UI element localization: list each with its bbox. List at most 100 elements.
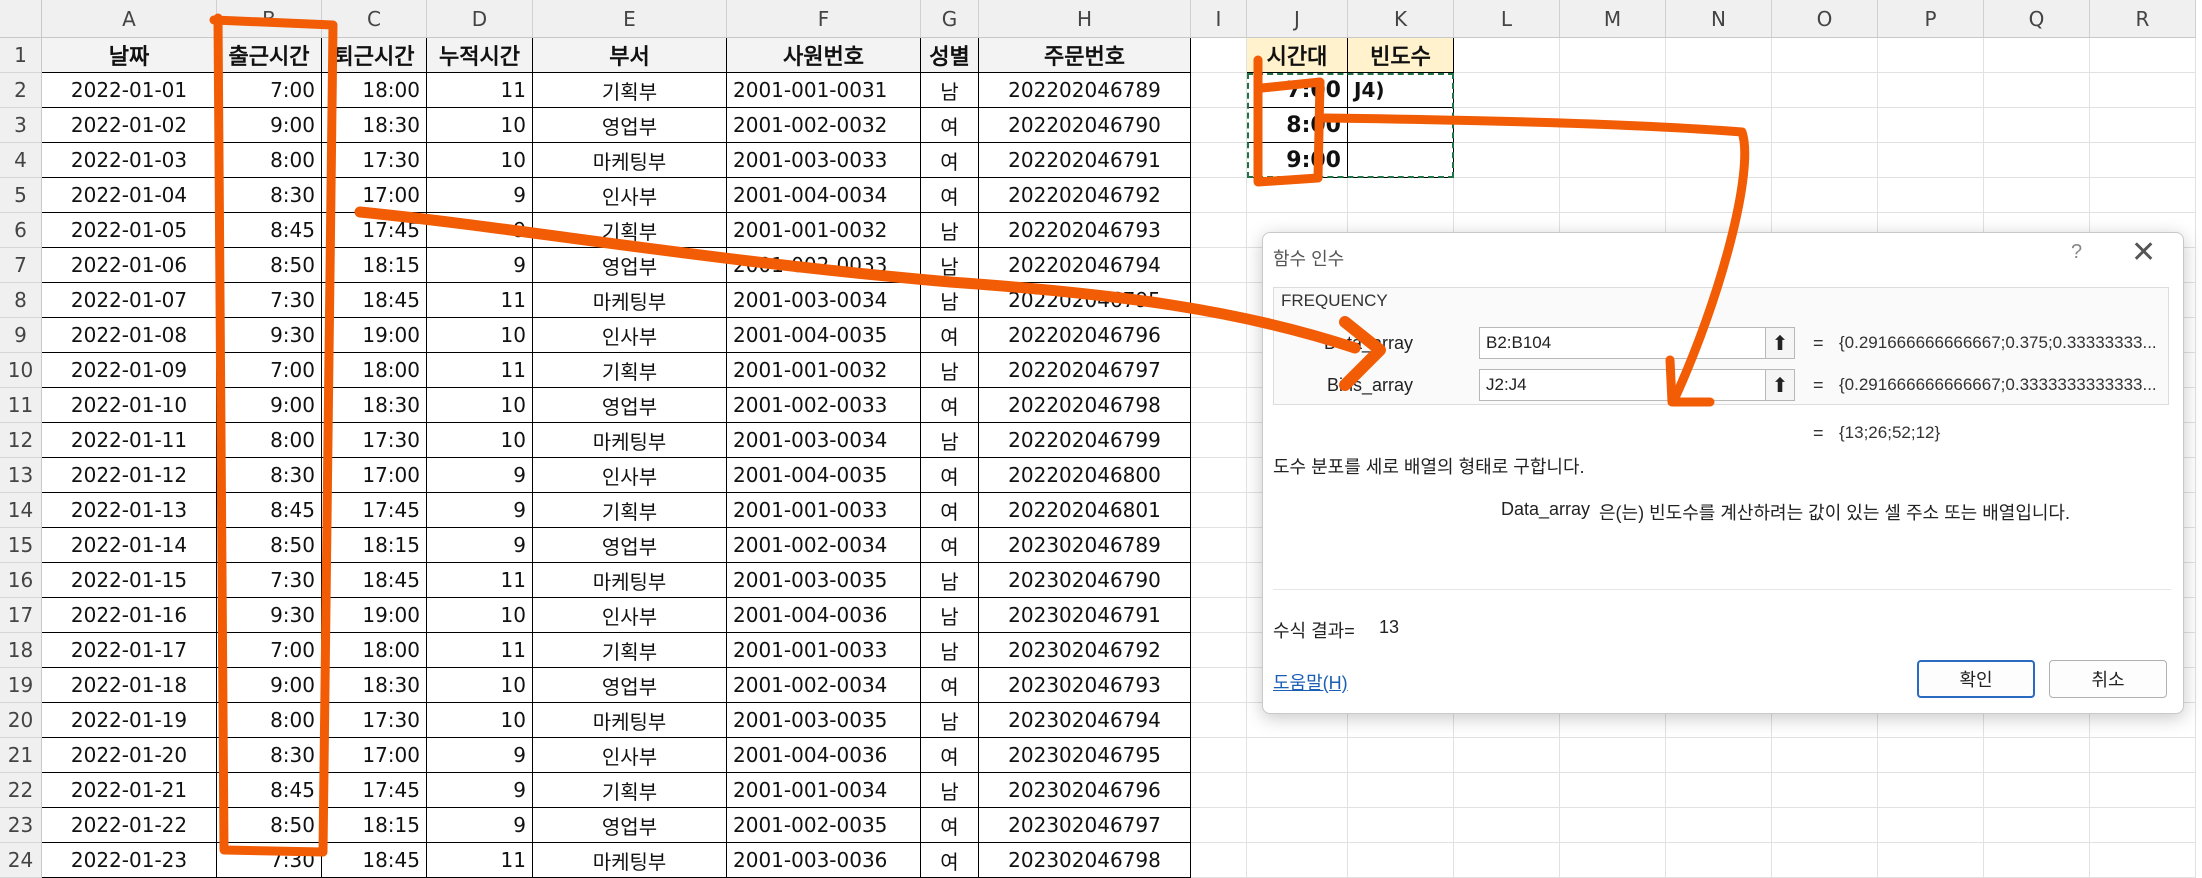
- data-array-input[interactable]: B2:B104: [1479, 327, 1775, 359]
- row-header-7[interactable]: 7: [0, 248, 42, 283]
- table-cell[interactable]: 여: [921, 843, 979, 878]
- row-header-20[interactable]: 20: [0, 703, 42, 738]
- table-cell[interactable]: 남: [921, 773, 979, 808]
- table-cell[interactable]: 2001-002-0033: [727, 388, 921, 423]
- grid-cell[interactable]: [1772, 178, 1878, 213]
- grid-cell[interactable]: [1984, 108, 2090, 143]
- table-cell[interactable]: 마케팅부: [533, 143, 727, 178]
- table-cell[interactable]: 2022-01-14: [42, 528, 217, 563]
- table-cell[interactable]: 여: [921, 808, 979, 843]
- grid-cell[interactable]: [1560, 178, 1666, 213]
- table-cell[interactable]: 9: [427, 458, 533, 493]
- table-cell[interactable]: 202202046792: [979, 178, 1191, 213]
- table-cell[interactable]: 2022-01-21: [42, 773, 217, 808]
- grid-cell[interactable]: [1191, 73, 1247, 108]
- grid-cell[interactable]: [1191, 458, 1247, 493]
- table-cell[interactable]: 2001-003-0034: [727, 283, 921, 318]
- table-cell[interactable]: 17:45: [322, 773, 427, 808]
- table-cell[interactable]: 11: [427, 563, 533, 598]
- grid-cell[interactable]: [1560, 73, 1666, 108]
- table-cell[interactable]: 남: [921, 563, 979, 598]
- grid-cell[interactable]: [1454, 38, 1560, 73]
- table-cell[interactable]: 2001-001-0033: [727, 633, 921, 668]
- grid-cell[interactable]: [1348, 738, 1454, 773]
- table-cell[interactable]: 영업부: [533, 528, 727, 563]
- grid-cell[interactable]: [1247, 843, 1348, 878]
- table-cell[interactable]: 202202046799: [979, 423, 1191, 458]
- column-header-p[interactable]: P: [1878, 0, 1984, 38]
- table-cell[interactable]: 10: [427, 108, 533, 143]
- table-cell[interactable]: 인사부: [533, 738, 727, 773]
- table-cell[interactable]: 8:00: [217, 143, 322, 178]
- table-cell[interactable]: 11: [427, 633, 533, 668]
- table-cell[interactable]: 17:45: [322, 213, 427, 248]
- table-cell[interactable]: 2022-01-09: [42, 353, 217, 388]
- table-cell[interactable]: 마케팅부: [533, 563, 727, 598]
- table-cell[interactable]: 2022-01-19: [42, 703, 217, 738]
- column-header-g[interactable]: G: [921, 0, 979, 38]
- grid-cell[interactable]: [2090, 773, 2196, 808]
- table-cell[interactable]: 여: [921, 668, 979, 703]
- table-cell[interactable]: 10: [427, 388, 533, 423]
- table-cell[interactable]: 2022-01-04: [42, 178, 217, 213]
- table-cell[interactable]: 인사부: [533, 318, 727, 353]
- column-header-q[interactable]: Q: [1984, 0, 2090, 38]
- table-cell[interactable]: 남: [921, 353, 979, 388]
- grid-cell[interactable]: [1247, 773, 1348, 808]
- grid-cell[interactable]: [1878, 108, 1984, 143]
- table-cell[interactable]: 2001-001-0032: [727, 213, 921, 248]
- column-header-f[interactable]: F: [727, 0, 921, 38]
- table-cell[interactable]: 18:00: [322, 633, 427, 668]
- grid-cell[interactable]: [1772, 108, 1878, 143]
- collapse-dialog-button[interactable]: ⬆: [1765, 369, 1795, 401]
- grid-cell[interactable]: [1772, 773, 1878, 808]
- row-header-6[interactable]: 6: [0, 213, 42, 248]
- grid-cell[interactable]: [1560, 808, 1666, 843]
- table-cell[interactable]: 인사부: [533, 178, 727, 213]
- grid-cell[interactable]: [1348, 808, 1454, 843]
- grid-cell[interactable]: [1666, 843, 1772, 878]
- grid-cell[interactable]: [1191, 213, 1247, 248]
- table-cell[interactable]: 2001-003-0033: [727, 143, 921, 178]
- table-cell[interactable]: 마케팅부: [533, 843, 727, 878]
- table-cell[interactable]: 17:30: [322, 143, 427, 178]
- table-cell[interactable]: 여: [921, 178, 979, 213]
- grid-cell[interactable]: [1772, 73, 1878, 108]
- table-cell[interactable]: 2001-003-0035: [727, 563, 921, 598]
- table-cell[interactable]: 영업부: [533, 108, 727, 143]
- table-cell[interactable]: 남: [921, 213, 979, 248]
- table-cell[interactable]: 2022-01-16: [42, 598, 217, 633]
- grid-cell[interactable]: [1191, 38, 1247, 73]
- grid-cell[interactable]: [1984, 73, 2090, 108]
- table-cell[interactable]: 영업부: [533, 388, 727, 423]
- grid-cell[interactable]: [2090, 843, 2196, 878]
- table-cell[interactable]: 2001-004-0035: [727, 458, 921, 493]
- table-cell[interactable]: 여: [921, 318, 979, 353]
- table-cell[interactable]: 17:00: [322, 738, 427, 773]
- table-cell[interactable]: 인사부: [533, 458, 727, 493]
- table-cell[interactable]: 영업부: [533, 248, 727, 283]
- grid-cell[interactable]: [1191, 563, 1247, 598]
- grid-cell[interactable]: [1878, 73, 1984, 108]
- grid-cell[interactable]: [1247, 178, 1348, 213]
- grid-cell[interactable]: [1191, 318, 1247, 353]
- grid-cell[interactable]: [1191, 843, 1247, 878]
- row-header-16[interactable]: 16: [0, 563, 42, 598]
- column-header-b[interactable]: B: [217, 0, 322, 38]
- table-cell[interactable]: 2022-01-22: [42, 808, 217, 843]
- grid-cell[interactable]: [1984, 843, 2090, 878]
- table-cell[interactable]: 202302046796: [979, 773, 1191, 808]
- row-header-19[interactable]: 19: [0, 668, 42, 703]
- row-header-11[interactable]: 11: [0, 388, 42, 423]
- bin-header-timeslot[interactable]: 시간대: [1247, 38, 1348, 73]
- table-cell[interactable]: 기획부: [533, 213, 727, 248]
- table-cell[interactable]: 기획부: [533, 493, 727, 528]
- grid-cell[interactable]: [1666, 738, 1772, 773]
- table-cell[interactable]: 202302046794: [979, 703, 1191, 738]
- grid-cell[interactable]: [1984, 773, 2090, 808]
- column-header-d[interactable]: D: [427, 0, 533, 38]
- column-title[interactable]: 퇴근시간: [322, 38, 427, 73]
- table-cell[interactable]: 18:00: [322, 353, 427, 388]
- table-cell[interactable]: 남: [921, 703, 979, 738]
- grid-cell[interactable]: [1878, 143, 1984, 178]
